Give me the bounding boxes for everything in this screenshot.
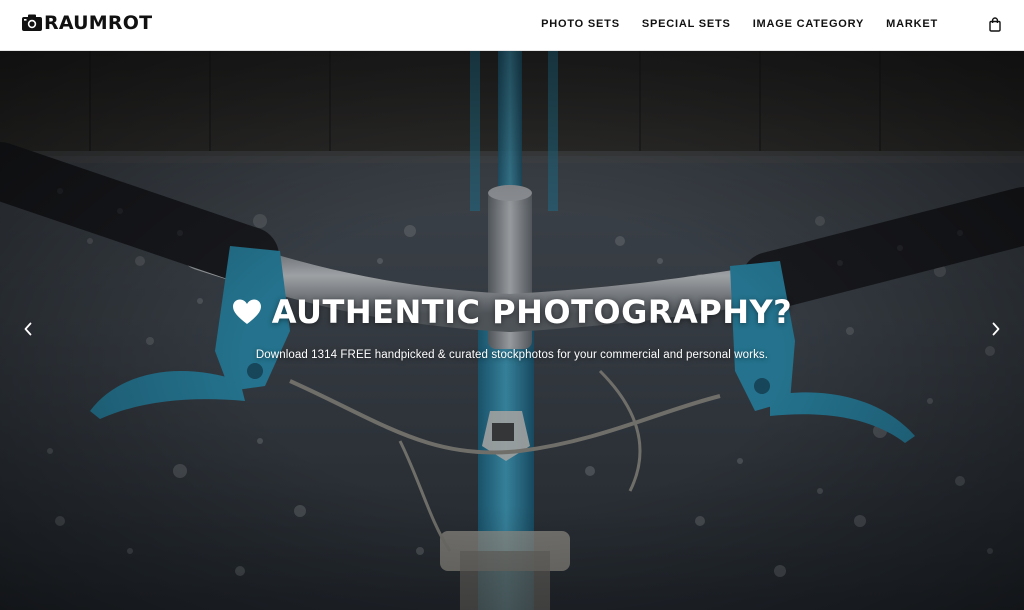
nav-photo-sets[interactable]: PHOTO SETS: [541, 18, 620, 30]
logo-text: RAUMROT: [44, 12, 153, 34]
camera-icon: [22, 14, 42, 31]
nav-image-category[interactable]: IMAGE CATEGORY: [753, 18, 864, 30]
hero-slider: AUTHENTIC PHOTOGRAPHY? Download 1314 FRE…: [0, 51, 1024, 610]
site-header: RAUMROT PHOTO SETS SPECIAL SETS IMAGE CA…: [0, 0, 1024, 51]
hero-subtitle: Download 1314 FREE handpicked & curated …: [0, 349, 1024, 361]
cart-button[interactable]: [988, 16, 1002, 32]
heart-icon: [232, 299, 261, 324]
main-nav: PHOTO SETS SPECIAL SETS IMAGE CATEGORY M…: [541, 0, 1024, 48]
nav-special-sets[interactable]: SPECIAL SETS: [642, 18, 731, 30]
hero-caption: AUTHENTIC PHOTOGRAPHY? Download 1314 FRE…: [0, 289, 1024, 361]
nav-market[interactable]: MARKET: [886, 18, 938, 30]
hero-title-row: AUTHENTIC PHOTOGRAPHY?: [232, 289, 792, 335]
hero-subtitle-text: Download 1314 FREE handpicked & curated …: [255, 349, 769, 361]
shopping-bag-icon: [989, 16, 1001, 32]
hero-title: AUTHENTIC PHOTOGRAPHY?: [271, 293, 793, 331]
site-logo[interactable]: RAUMROT: [22, 12, 152, 34]
